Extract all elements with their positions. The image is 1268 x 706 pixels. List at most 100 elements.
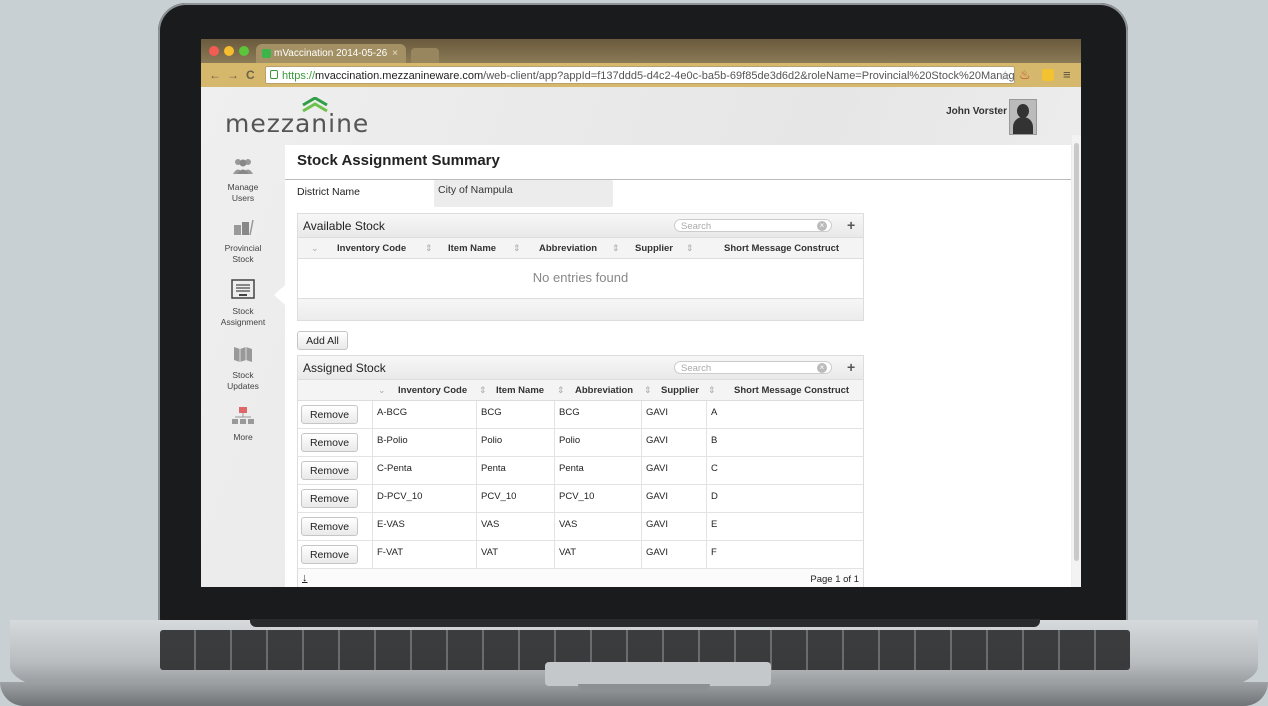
- available-table-header: ⌄ Inventory Code ⇕ Item Name ⇕ Abbreviat…: [298, 238, 863, 259]
- table-cell-code: F-VAT: [372, 541, 476, 568]
- column-header[interactable]: Item Name: [448, 243, 496, 254]
- table-cell-name: VAT: [476, 541, 554, 568]
- sort-icon[interactable]: ⇕: [425, 243, 433, 254]
- sidebar-item-stock-updates[interactable]: Stock Updates: [201, 345, 285, 392]
- sidebar-label: Stock: [232, 254, 254, 264]
- sidebar-label: Updates: [227, 381, 259, 391]
- extension-icon[interactable]: ♨: [1019, 67, 1031, 83]
- remove-button[interactable]: Remove: [301, 545, 358, 564]
- available-search-input[interactable]: Search ×: [674, 219, 832, 232]
- pagination-text: Page 1 of 1: [810, 574, 859, 585]
- sort-icon[interactable]: ⇕: [708, 385, 716, 396]
- reload-icon[interactable]: C: [246, 68, 255, 82]
- sidebar-item-more[interactable]: More: [201, 407, 285, 443]
- sort-icon[interactable]: ⇕: [479, 385, 487, 396]
- close-window-button[interactable]: [209, 46, 219, 56]
- scrollbar-thumb[interactable]: [1074, 143, 1079, 561]
- users-icon: [233, 159, 253, 174]
- remove-button[interactable]: Remove: [301, 405, 358, 424]
- sort-icon[interactable]: ⇕: [686, 243, 694, 254]
- avatar[interactable]: [1009, 99, 1037, 135]
- assigned-search-input[interactable]: Search ×: [674, 361, 832, 374]
- browser-tab-strip: mVaccination 2014-05-26 ×: [201, 39, 1081, 63]
- column-header[interactable]: Supplier: [661, 385, 699, 396]
- column-header[interactable]: Short Message Construct: [734, 385, 849, 396]
- table-cell-supplier: GAVI: [641, 429, 706, 456]
- minimize-window-button[interactable]: [224, 46, 234, 56]
- table-row: Remove F-VAT VAT VAT GAVI F: [298, 541, 863, 569]
- column-header[interactable]: Inventory Code: [398, 385, 467, 396]
- app-container: mezzanine John Vorster Manage Users Prov…: [201, 87, 1081, 587]
- sort-icon[interactable]: ⌄: [378, 385, 386, 396]
- bookmark-star-icon[interactable]: ☆: [999, 67, 1011, 83]
- column-header[interactable]: Abbreviation: [575, 385, 633, 396]
- table-cell-name: VAS: [476, 513, 554, 540]
- address-bar[interactable]: https://mvaccination.mezzanineware.com/w…: [265, 66, 1015, 84]
- new-tab-button[interactable]: [411, 48, 439, 63]
- table-cell-code: E-VAS: [372, 513, 476, 540]
- table-cell-supplier: GAVI: [641, 541, 706, 568]
- sort-icon[interactable]: ⇕: [612, 243, 620, 254]
- table-cell-abbr: VAT: [554, 541, 641, 568]
- screen: mVaccination 2014-05-26 × ← → C https://…: [201, 39, 1081, 587]
- empty-state: No entries found: [298, 259, 863, 299]
- menu-icon[interactable]: ≡: [1063, 67, 1071, 82]
- search-placeholder: Search: [681, 221, 712, 232]
- browser-tab[interactable]: mVaccination 2014-05-26 ×: [256, 44, 406, 63]
- zoom-window-button[interactable]: [239, 46, 249, 56]
- url-scheme: https://: [282, 70, 316, 82]
- sidebar-item-provincial-stock[interactable]: Provincial Stock: [201, 218, 285, 265]
- sidebar-label: More: [233, 432, 253, 442]
- sidebar-label: Users: [231, 193, 255, 203]
- remove-button[interactable]: Remove: [301, 461, 358, 480]
- column-header[interactable]: Short Message Construct: [724, 243, 839, 254]
- column-header[interactable]: Item Name: [496, 385, 544, 396]
- sidebar-item-stock-assignment[interactable]: Stock Assignment: [201, 279, 285, 328]
- search-placeholder: Search: [681, 363, 712, 374]
- sort-icon[interactable]: ⇕: [513, 243, 521, 254]
- sort-icon[interactable]: ⇕: [557, 385, 565, 396]
- column-header[interactable]: Supplier: [635, 243, 673, 254]
- clear-search-icon[interactable]: ×: [817, 363, 827, 373]
- download-icon[interactable]: ↓: [302, 572, 308, 584]
- district-label: District Name: [297, 186, 361, 198]
- table-cell-code: C-Penta: [372, 457, 476, 484]
- district-value: City of Nampula: [434, 180, 613, 207]
- sidebar-label: Stock: [232, 370, 254, 380]
- column-header[interactable]: Abbreviation: [539, 243, 597, 254]
- sort-icon[interactable]: ⇕: [644, 385, 652, 396]
- table-cell-abbr: PCV_10: [554, 485, 641, 512]
- assigned-stock-header: Assigned Stock Search × +: [298, 356, 863, 380]
- table-cell-smc: F: [706, 541, 863, 568]
- laptop-hinge: [250, 619, 1040, 627]
- page-title: Stock Assignment Summary: [297, 152, 500, 169]
- table-row: Remove E-VAS VAS VAS GAVI E: [298, 513, 863, 541]
- extension-mail-icon[interactable]: [1042, 69, 1054, 81]
- page-scrollbar[interactable]: [1072, 135, 1081, 587]
- sort-icon[interactable]: ⌄: [311, 243, 319, 254]
- table-cell-abbr: Polio: [554, 429, 641, 456]
- available-table-footer: [298, 299, 863, 320]
- available-stock-header: Available Stock Search × +: [298, 214, 863, 238]
- forward-icon[interactable]: →: [227, 68, 239, 82]
- title-divider: [285, 179, 1071, 180]
- browser-toolbar: ← → C https://mvaccination.mezzanineware…: [201, 63, 1081, 87]
- add-icon[interactable]: +: [847, 217, 855, 233]
- back-icon[interactable]: ←: [209, 68, 221, 82]
- remove-button[interactable]: Remove: [301, 517, 358, 536]
- user-name[interactable]: John Vorster: [946, 106, 1007, 117]
- available-stock-title: Available Stock: [303, 219, 385, 233]
- remove-button[interactable]: Remove: [301, 433, 358, 452]
- table-cell-supplier: GAVI: [641, 457, 706, 484]
- remove-button[interactable]: Remove: [301, 489, 358, 508]
- tab-close-icon[interactable]: ×: [392, 44, 398, 63]
- lock-icon: [270, 70, 278, 79]
- sidebar-item-manage-users[interactable]: Manage Users: [201, 157, 285, 204]
- column-header[interactable]: Inventory Code: [337, 243, 406, 254]
- table-cell-abbr: Penta: [554, 457, 641, 484]
- add-all-button[interactable]: Add All: [297, 331, 348, 350]
- clear-search-icon[interactable]: ×: [817, 221, 827, 231]
- assigned-stock-title: Assigned Stock: [303, 361, 386, 375]
- table-cell-supplier: GAVI: [641, 401, 706, 428]
- add-icon[interactable]: +: [847, 359, 855, 375]
